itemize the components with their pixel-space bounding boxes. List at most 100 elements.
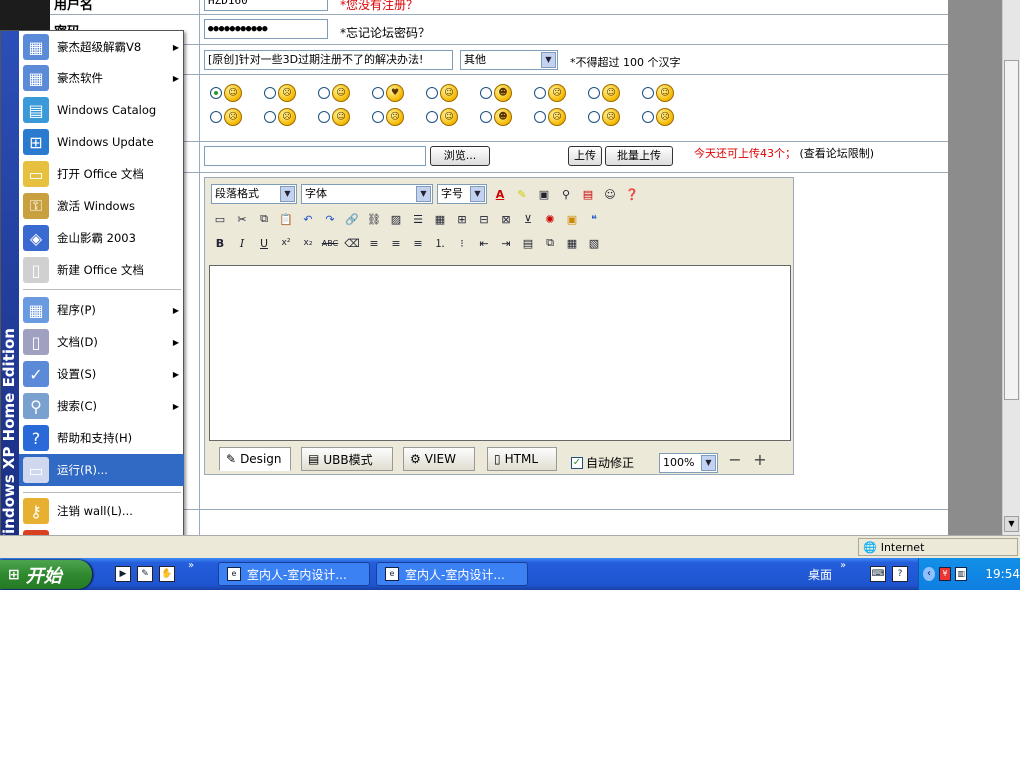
chevron-down-icon[interactable]: ▼ (280, 186, 295, 202)
emoticon-option[interactable]: ☹ (264, 108, 296, 126)
insert-row-icon[interactable]: ⊞ (453, 210, 471, 228)
forgot-password-link[interactable]: *忘记论坛密码？ (340, 24, 430, 41)
font-size-select[interactable]: 字号 ▼ (437, 184, 487, 204)
start-menu-item[interactable]: ? 帮助和支持(H) (19, 422, 184, 454)
emoticon-radio[interactable] (372, 111, 384, 123)
batch-upload-button[interactable]: 批量上传 (605, 146, 673, 166)
new-icon[interactable]: ▭ (211, 210, 229, 228)
taskbar-window-2[interactable]: e 室内人-室内设计... (376, 562, 528, 586)
emoticon-option[interactable]: ☻ (480, 84, 512, 102)
paste-icon[interactable]: 📋 (277, 210, 295, 228)
not-registered-text[interactable]: *您没有注册？ (340, 0, 418, 12)
unlink-icon[interactable]: ⛓ (365, 210, 383, 228)
scroll-down-arrow[interactable]: ▼ (1004, 516, 1019, 532)
chevron-down-icon[interactable]: ▼ (470, 186, 485, 202)
zoom-select[interactable]: 100% ▼ (659, 453, 718, 473)
emoticon-radio[interactable] (426, 111, 438, 123)
grid-icon[interactable]: ▦ (563, 234, 581, 252)
emoticon-radio[interactable] (264, 87, 276, 99)
flash-insert-icon[interactable]: ▣ (563, 210, 581, 228)
start-menu-item[interactable]: ⚿ 激活 Windows (19, 190, 184, 222)
start-menu-item[interactable]: ⊞ Windows Update (19, 126, 184, 158)
insert-col-icon[interactable]: ⊟ (475, 210, 493, 228)
quote-icon[interactable]: ❝ (585, 210, 603, 228)
indent-icon[interactable]: ⇥ (497, 234, 515, 252)
start-menu-item[interactable]: ◈ 金山影霸 2003 (19, 222, 184, 254)
font-select[interactable]: 字体 ▼ (301, 184, 433, 204)
emoticon-radio[interactable] (534, 111, 546, 123)
emoticon-option[interactable]: ☺ (210, 84, 242, 102)
emoticon-option[interactable]: ☺ (426, 84, 458, 102)
highlight-icon[interactable]: ✎ (513, 185, 531, 203)
subscript-icon[interactable]: x₂ (299, 234, 317, 252)
browse-button[interactable]: 浏览... (430, 146, 490, 166)
zoom-out-icon[interactable]: − (726, 450, 744, 469)
chevron-down-icon[interactable]: ▼ (701, 455, 716, 471)
start-menu-item[interactable]: ▭ 运行(R)... (19, 454, 184, 486)
copy-icon[interactable]: ⧉ (255, 210, 273, 228)
emoticon-radio[interactable] (210, 111, 222, 123)
box-icon[interactable]: ▣ (535, 185, 553, 203)
emoticon-option[interactable]: ☺ (318, 108, 350, 126)
emoticon-option[interactable]: ☹ (534, 108, 566, 126)
start-menu-item[interactable]: ▯ 新建 Office 文档 (19, 254, 184, 286)
start-menu-item[interactable]: ▦ 豪杰软件 ▶ (19, 62, 184, 94)
subject-input[interactable]: [原创]针对一些3D过期注册不了的解决办法! (204, 50, 453, 70)
emoticon-radio[interactable] (588, 111, 600, 123)
file-path-input[interactable] (204, 146, 426, 166)
editor-tab-html[interactable]: ▯ HTML (487, 447, 557, 471)
smiley-icon[interactable]: ☺ (601, 185, 619, 203)
superscript-icon[interactable]: x² (277, 234, 295, 252)
emoticon-radio[interactable] (480, 111, 492, 123)
emoticon-option[interactable]: ☹ (642, 108, 674, 126)
undo-icon[interactable]: ↶ (299, 210, 317, 228)
vertical-scrollbar[interactable]: ▼ (1002, 0, 1020, 535)
ordered-list-icon[interactable]: ⒈ (431, 234, 449, 252)
emoticon-radio[interactable] (318, 111, 330, 123)
italic-icon[interactable]: I (233, 234, 251, 252)
chevron-down-icon[interactable]: ▼ (416, 186, 431, 202)
editor-tab-ubb-[interactable]: ▤ UBB模式 (301, 447, 393, 471)
paste-text-icon[interactable]: ▧ (585, 234, 603, 252)
cut-icon[interactable]: ✂ (233, 210, 251, 228)
not-registered-link[interactable]: *您没有注册？ (340, 0, 418, 13)
network-icon[interactable]: ▥ (955, 567, 968, 581)
password-input[interactable]: ●●●●●●●●●●● (204, 19, 328, 39)
emoticon-option[interactable]: ☹ (372, 108, 404, 126)
start-menu-item[interactable]: ▭ 打开 Office 文档 (19, 158, 184, 190)
emoticon-option[interactable]: ♥ (372, 84, 404, 102)
media-icon[interactable]: ✺ (541, 210, 559, 228)
desktop-toolbar-expand-icon[interactable]: » (840, 560, 846, 571)
emoticon-radio[interactable] (534, 87, 546, 99)
quicklaunch-hand-icon[interactable]: ✋ (159, 566, 175, 582)
start-button[interactable]: ⊞ 开始 (0, 560, 92, 589)
editor-tab-design[interactable]: ✎ Design (219, 447, 291, 471)
editor-tab-view[interactable]: ⚙ VIEW (403, 447, 475, 471)
pages-icon[interactable]: ⧉ (541, 234, 559, 252)
desktop-toolbar-label[interactable]: 桌面 (808, 566, 832, 583)
auto-correct-option[interactable]: ✓ 自动修正 (571, 454, 634, 471)
tray-app-icon[interactable]: ¥ (938, 567, 952, 581)
editor-content-area[interactable] (209, 265, 791, 441)
view-limit-link[interactable]: (查看论坛限制) (800, 147, 875, 160)
hr-icon[interactable]: ☰ (409, 210, 427, 228)
start-menu-item[interactable]: ▤ Windows Catalog (19, 94, 184, 126)
emoticon-radio[interactable] (588, 87, 600, 99)
help-tray-icon[interactable]: ? (892, 566, 908, 582)
chevron-down-icon[interactable]: ▼ (541, 52, 556, 68)
taskbar-window-1[interactable]: e 室内人-室内设计... (218, 562, 370, 586)
eraser-icon[interactable]: ⌫ (343, 234, 361, 252)
image-icon[interactable]: ▨ (387, 210, 405, 228)
emoticon-option[interactable]: ☺ (642, 84, 674, 102)
align-left-icon[interactable]: ≡ (365, 234, 383, 252)
block-icon[interactable]: ▤ (519, 234, 537, 252)
scrollbar-thumb[interactable] (1004, 60, 1019, 400)
start-menu-item[interactable]: ▦ 程序(P) ▶ (19, 294, 184, 326)
emoticon-radio[interactable] (372, 87, 384, 99)
start-menu-item[interactable]: ✓ 设置(S) ▶ (19, 358, 184, 390)
start-menu-item[interactable]: ▯ 文档(D) ▶ (19, 326, 184, 358)
text-color-icon[interactable]: A (491, 185, 509, 203)
quicklaunch-expand-icon[interactable]: » (188, 560, 194, 571)
emoticon-option[interactable]: ☹ (588, 108, 620, 126)
unordered-list-icon[interactable]: ⁝ (453, 234, 471, 252)
